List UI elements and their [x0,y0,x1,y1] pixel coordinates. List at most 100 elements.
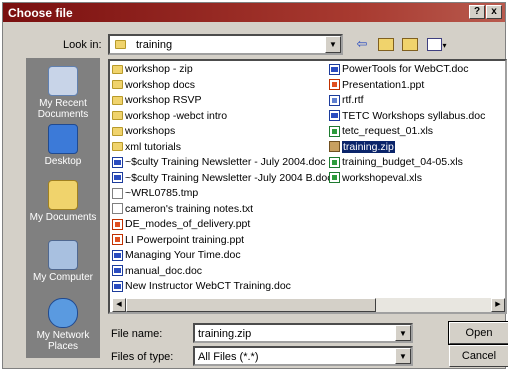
file-item[interactable]: Presentation1.ppt [329,78,505,94]
word-file-icon [112,172,123,184]
file-name-text: TETC Workshops syllabus.doc [342,109,486,122]
place-my-network-places[interactable]: My Network Places [26,298,100,352]
choose-file-dialog: Choose file ? x Look in: training ▼ ⇦ ▾ … [2,2,508,369]
folder-icon [115,40,126,49]
horizontal-scrollbar[interactable]: ◀ ▶ [112,298,505,312]
place-label: My Network Places [36,330,90,352]
file-name-text: LI Powerpoint training.ppt [125,233,245,246]
file-item[interactable]: workshopeval.xls [329,171,505,187]
file-name-text: cameron's training notes.txt [125,202,254,215]
new-folder-icon[interactable] [399,35,421,53]
place-my-documents[interactable]: My Documents [26,180,100,223]
chevron-down-icon[interactable]: ▼ [395,348,411,364]
my-documents-icon [48,180,78,210]
file-file-icon [112,203,123,215]
word-file-icon [112,249,123,261]
file-name-text: ~$culty Training Newsletter -July 2004 B… [125,171,333,184]
xls-file-icon [329,172,340,184]
file-item[interactable]: workshops [112,124,327,140]
file-name-text: workshop - zip [125,63,193,75]
file-name-text: training.zip [342,140,395,153]
file-item[interactable]: training_budget_04-05.xls [329,155,505,171]
look-in-label: Look in: [63,39,102,51]
folder-icon [112,111,123,121]
file-item[interactable]: TETC Workshops syllabus.doc [329,109,505,125]
file-list[interactable]: workshop - zip workshop docs workshop RSVP… [108,59,507,314]
file-name-text: ~$culty Training Newsletter - July 2004.… [125,156,326,168]
close-button[interactable]: x [486,5,502,19]
folder-icon [112,95,123,105]
files-of-type-select[interactable]: All Files (*.*) ▼ [193,346,413,366]
scroll-thumb[interactable] [126,298,376,312]
look-in-value: training [136,39,173,51]
place-my-computer[interactable]: My Computer [26,240,100,283]
file-item[interactable]: workshop RSVP [112,93,327,109]
file-item[interactable]: tetc_request_01.xls [329,124,505,140]
ppt-file-icon [112,218,123,230]
ppt-file-icon [329,79,340,91]
scroll-left-icon[interactable]: ◀ [112,298,126,312]
word-file-icon [112,156,123,168]
cancel-button[interactable]: Cancel [449,345,508,367]
file-item[interactable]: workshop - zip [112,62,327,78]
places-bar: My Recent Documents Desktop My Documents… [26,58,100,358]
file-name-text: tetc_request_01.xls [342,125,434,137]
word-file-icon [329,110,340,122]
file-item[interactable]: DE_modes_of_delivery.ppt [112,217,327,233]
file-item[interactable]: ~WRL0785.tmp [112,186,327,202]
folder-icon [112,80,123,90]
word-file-icon [112,280,123,292]
zip-file-icon [329,141,340,153]
file-item[interactable]: Managing Your Time.doc [112,248,327,264]
file-name-text: xml tutorials [125,140,182,153]
file-item[interactable]: LI Powerpoint training.ppt [112,233,327,249]
place-label: My Computer [32,272,93,283]
scroll-right-icon[interactable]: ▶ [491,298,505,312]
network-places-icon [48,298,78,328]
up-folder-icon[interactable] [375,35,397,53]
place-desktop[interactable]: Desktop [26,124,100,167]
file-name-text: Managing Your Time.doc [125,249,241,261]
file-item[interactable]: manual_doc.doc [112,264,327,280]
dialog-title: Choose file [8,6,73,20]
file-name-text: workshop RSVP [125,94,202,106]
chevron-down-icon[interactable]: ▼ [395,325,411,341]
help-button[interactable]: ? [469,5,485,19]
file-item[interactable]: workshop -webct intro [112,109,327,125]
title-bar[interactable]: Choose file ? x [3,3,505,22]
file-column-2: PowerTools for WebCT.doc Presentation1.pp… [329,62,505,186]
file-item[interactable]: PowerTools for WebCT.doc [329,62,505,78]
file-name-text: DE_modes_of_delivery.ppt [125,218,251,230]
place-label: Desktop [44,156,82,167]
look-in-dropdown[interactable]: training ▼ [108,34,343,55]
file-item[interactable]: cameron's training notes.txt [112,202,327,218]
word-file-icon [112,265,123,277]
file-name-text: New Instructor WebCT Training.doc [125,280,291,292]
file-item[interactable]: ~$culty Training Newsletter -July 2004 B… [112,171,332,187]
chevron-down-icon[interactable]: ▼ [325,36,341,53]
file-name-text: PowerTools for WebCT.doc [342,63,469,75]
file-file-icon [112,187,123,199]
file-name-input[interactable]: training.zip ▼ [193,323,413,343]
place-my-recent-documents[interactable]: My Recent Documents [26,66,100,120]
file-column-1: workshop - zip workshop docs workshop RSVP… [112,62,332,295]
open-button[interactable]: Open [448,321,508,345]
back-arrow-icon[interactable]: ⇦ [351,35,373,53]
file-item[interactable]: ~$culty Training Newsletter - July 2004.… [112,155,327,171]
file-item[interactable]: training.zip [329,140,505,156]
file-name-text: rtf.rtf [342,94,364,106]
ppt-file-icon [112,234,123,246]
word-file-icon [329,63,340,75]
file-item[interactable]: rtf.rtf [329,93,505,109]
file-name-text: Presentation1.ppt [342,78,425,91]
file-name-text: ~WRL0785.tmp [125,187,199,199]
file-name-value: training.zip [198,328,252,340]
view-menu-icon[interactable]: ▾ [423,35,451,53]
file-item[interactable]: workshop docs [112,78,327,94]
file-name-text: workshopeval.xls [342,171,422,184]
file-item[interactable]: xml tutorials [112,140,327,156]
file-name-text: workshop -webct intro [125,109,228,122]
place-label: My Recent Documents [37,98,89,120]
xls-file-icon [329,156,340,168]
file-item[interactable]: New Instructor WebCT Training.doc [112,279,327,295]
